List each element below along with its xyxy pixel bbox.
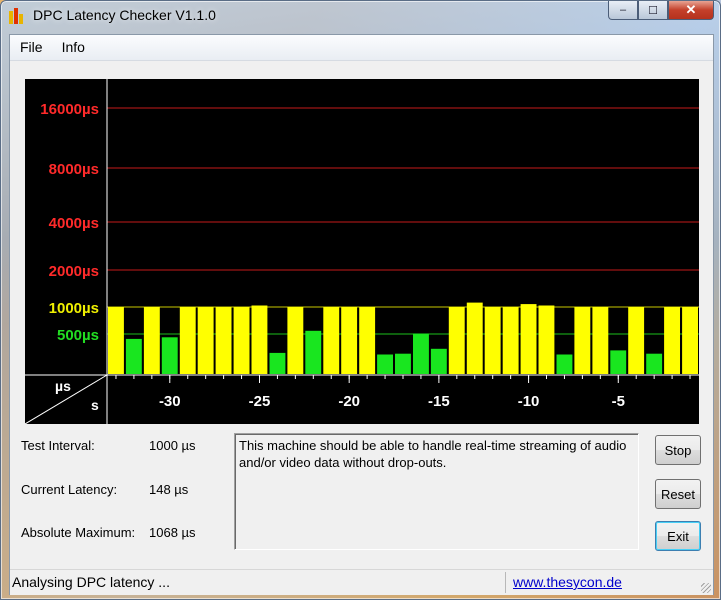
latency-bar <box>448 307 465 375</box>
latency-bar <box>377 354 393 375</box>
status-bar: Analysing DPC latency ... www.thesycon.d… <box>10 569 713 595</box>
latency-bar <box>484 307 501 375</box>
latency-bar <box>251 305 268 375</box>
latency-graph-svg: 16000µs8000µs4000µs2000µs1000µs500µs µs … <box>25 79 699 424</box>
y-tick-label: 1000µs <box>49 300 99 317</box>
latency-bar <box>161 337 178 375</box>
latency-bar <box>574 307 591 375</box>
x-tick-label: -20 <box>338 393 360 410</box>
status-separator <box>505 572 506 593</box>
current-latency-label: Current Latency: <box>21 482 118 497</box>
latency-bar <box>682 307 698 375</box>
latency-bar <box>502 307 519 375</box>
maximize-icon[interactable]: ☐ <box>638 1 668 20</box>
menu-file[interactable]: File <box>10 35 52 60</box>
x-unit-label: s <box>91 397 99 413</box>
stop-button[interactable]: Stop <box>655 435 701 465</box>
latency-bar <box>592 307 609 375</box>
y-tick-label: 500µs <box>57 327 99 344</box>
latency-bar <box>359 307 376 375</box>
title-bar[interactable]: DPC Latency Checker V1.1.0 – ☐ ✕ <box>1 1 720 31</box>
latency-bar <box>430 348 447 375</box>
latency-bar <box>287 307 304 375</box>
y-tick-label: 2000µs <box>49 263 99 280</box>
status-message: This machine should be able to handle re… <box>234 433 639 550</box>
latency-bar <box>143 307 160 375</box>
latency-graph: 16000µs 8000µs 4000µs 2000µs 1000µs 500µs µs … <box>25 79 699 424</box>
latency-bar <box>413 333 429 375</box>
y-unit-label: µs <box>55 378 71 394</box>
latency-bar <box>179 307 196 375</box>
status-text: Analysing DPC latency ... <box>12 574 170 590</box>
y-tick-label: 8000µs <box>49 161 99 178</box>
latency-bar <box>233 307 250 375</box>
latency-bar <box>520 304 537 375</box>
absolute-maximum-label: Absolute Maximum: <box>21 525 136 540</box>
latency-bar <box>466 302 483 375</box>
resize-grip-icon[interactable] <box>701 583 711 593</box>
reset-button[interactable]: Reset <box>655 479 701 509</box>
latency-bar <box>341 307 358 375</box>
latency-bar <box>646 353 663 375</box>
x-tick-label: -10 <box>518 393 540 410</box>
x-tick-label: -5 <box>612 393 625 410</box>
latency-bar <box>664 307 680 375</box>
x-tick-label: -30 <box>159 393 181 410</box>
latency-bar <box>108 307 124 375</box>
menu-info[interactable]: Info <box>52 35 94 60</box>
latency-bar <box>323 307 340 375</box>
latency-bar <box>215 307 232 375</box>
latency-bar <box>628 307 645 375</box>
test-interval-label: Test Interval: <box>21 438 95 453</box>
exit-button[interactable]: Exit <box>655 521 701 551</box>
latency-bar <box>610 350 627 375</box>
current-latency-value: 148 µs <box>149 482 189 497</box>
latency-bar <box>556 354 573 375</box>
x-tick-label: -15 <box>428 393 450 410</box>
latency-bar <box>197 307 214 375</box>
test-interval-value: 1000 µs <box>149 438 196 453</box>
latency-bar <box>305 330 322 375</box>
client-area: File Info 16000µs 8000µs 4000µs 2000µs 1000µ… <box>9 34 714 595</box>
x-tick-label: -25 <box>249 393 271 410</box>
menu-bar: File Info <box>10 35 713 61</box>
latency-bar <box>395 353 411 375</box>
website-link[interactable]: www.thesycon.de <box>513 574 622 590</box>
y-tick-label: 16000µs <box>40 101 99 118</box>
latency-bar <box>269 352 286 375</box>
app-bars-icon <box>9 7 26 24</box>
close-icon[interactable]: ✕ <box>668 1 714 20</box>
minimize-icon[interactable]: – <box>608 1 638 20</box>
absolute-maximum-value: 1068 µs <box>149 525 196 540</box>
latency-bar <box>125 338 142 375</box>
app-window: DPC Latency Checker V1.1.0 – ☐ ✕ File In… <box>0 0 721 600</box>
window-title: DPC Latency Checker V1.1.0 <box>33 7 216 23</box>
latency-bar <box>538 305 555 375</box>
y-tick-label: 4000µs <box>49 215 99 232</box>
